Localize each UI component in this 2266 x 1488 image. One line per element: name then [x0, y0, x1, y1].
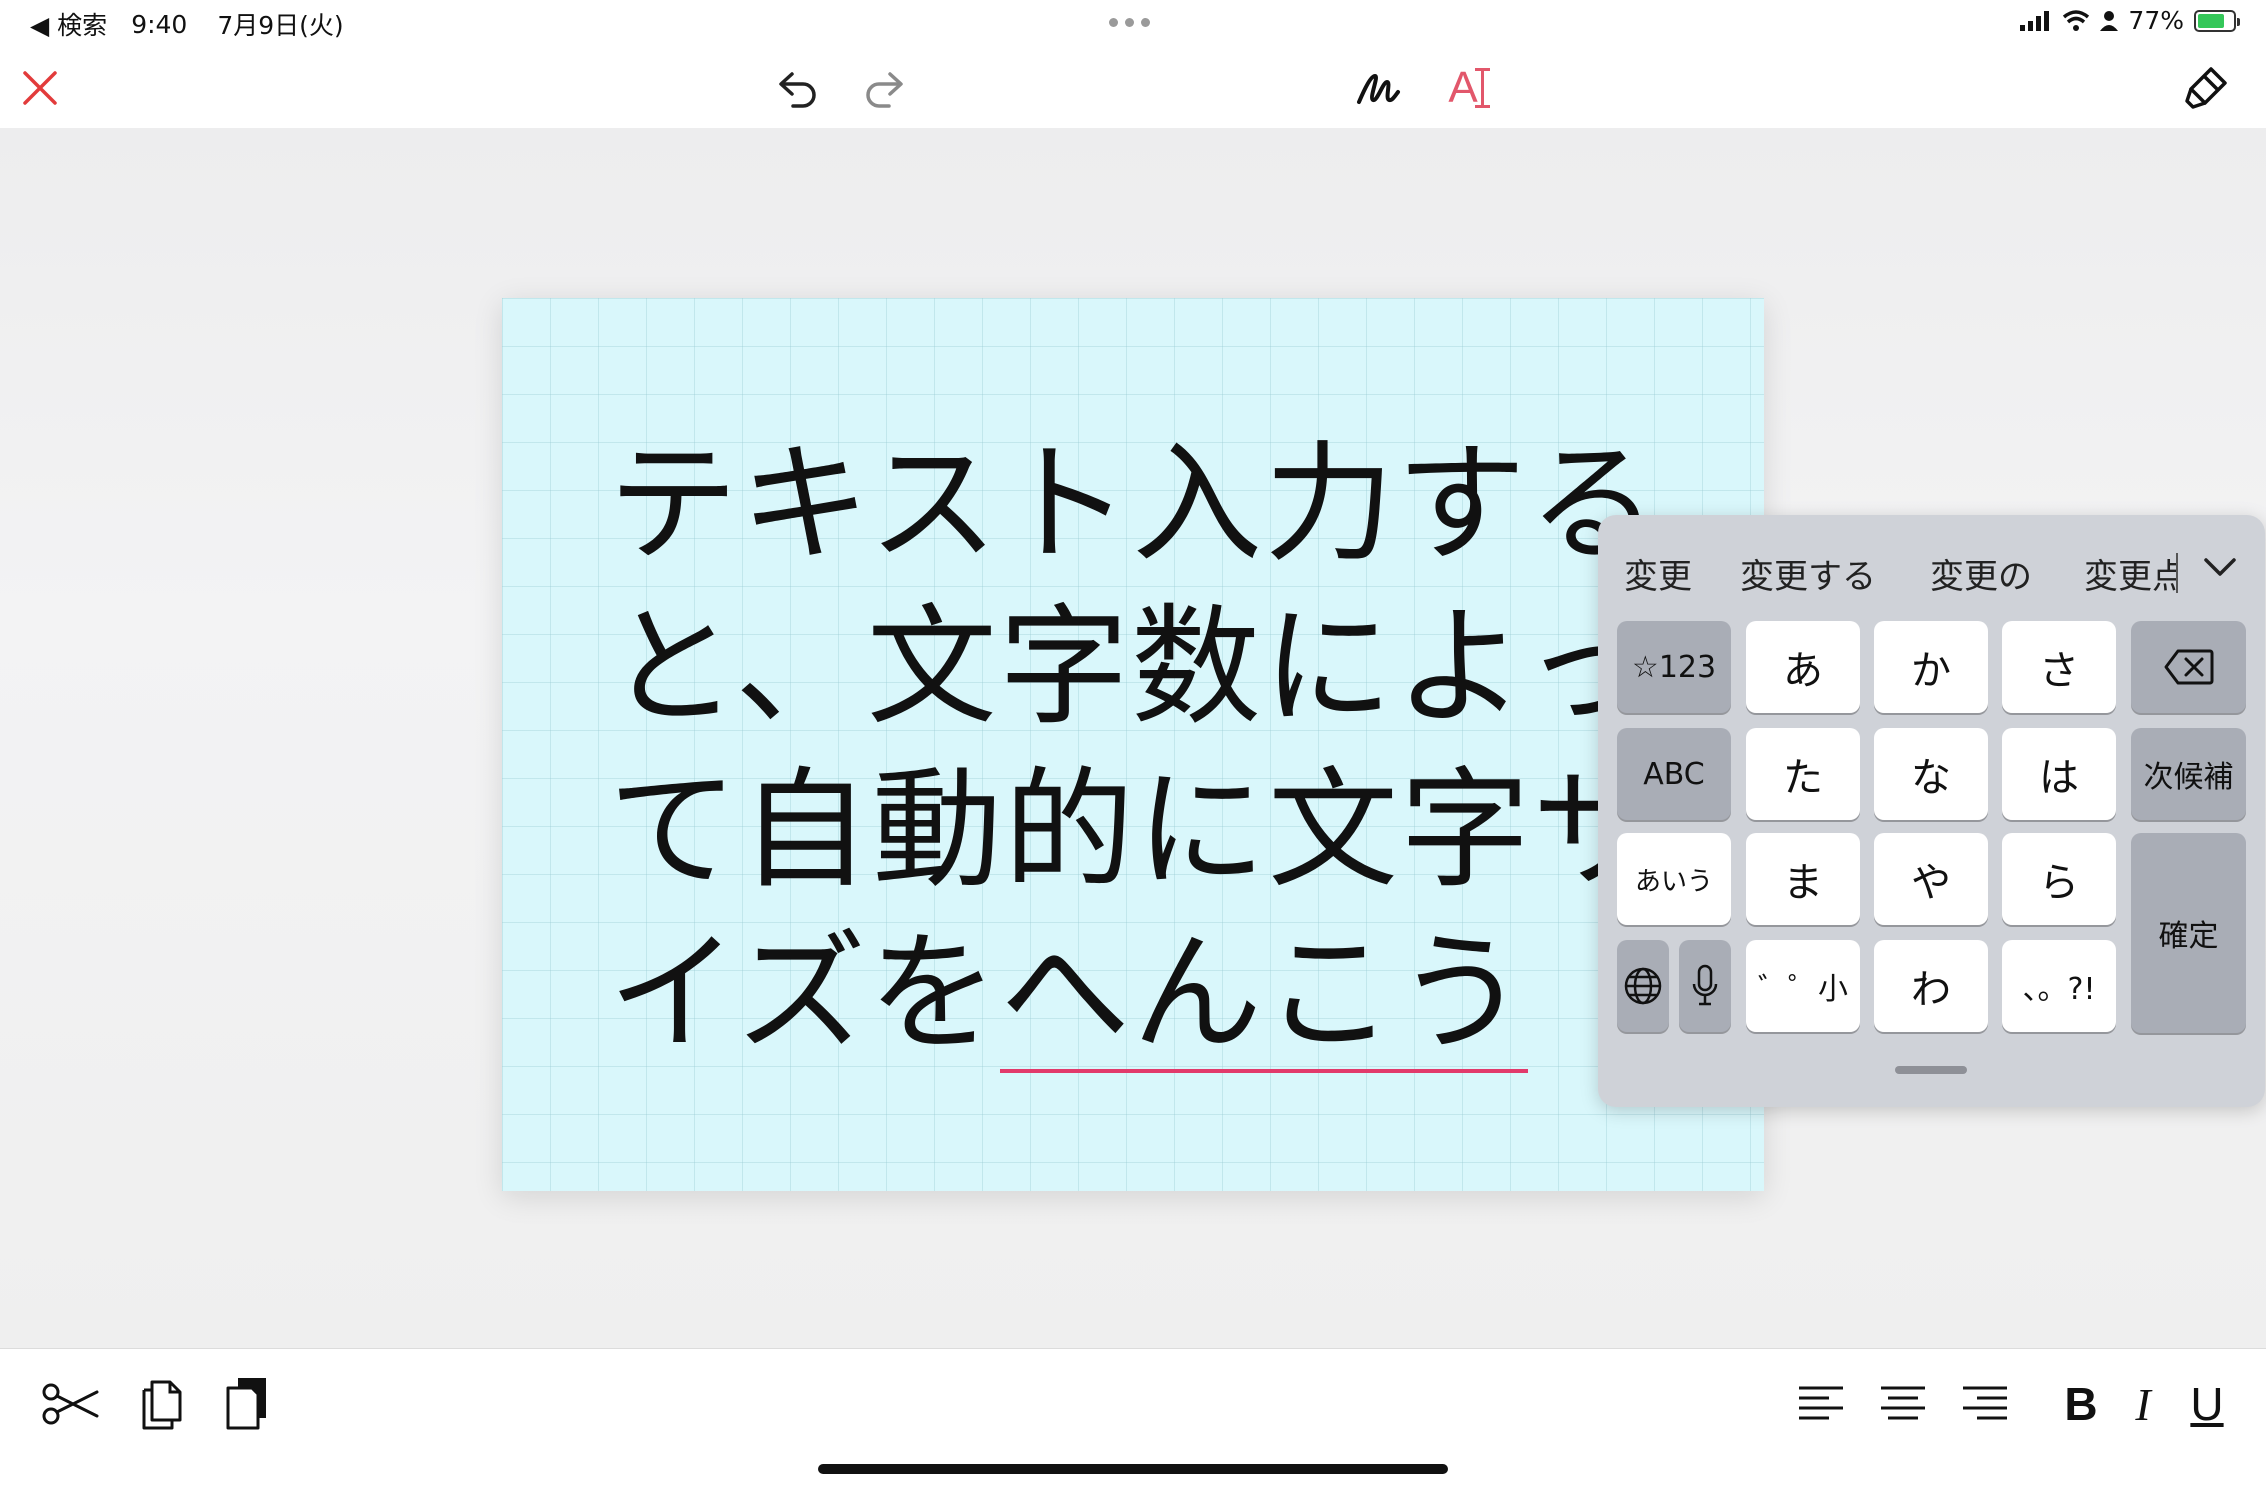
status-bar-left: ◀ 検索 9:40 7月9日(火): [30, 6, 344, 42]
undo-button[interactable]: [767, 58, 827, 118]
candidate-3[interactable]: 変更の: [1930, 549, 2032, 598]
cellular-signal-icon: [2020, 10, 2050, 31]
bold-button[interactable]: B: [2048, 1371, 2114, 1437]
kana-a-key[interactable]: あ: [1746, 621, 1860, 713]
copy-button[interactable]: [130, 1371, 196, 1437]
scissors-icon: [42, 1383, 99, 1425]
back-to-search-link[interactable]: ◀ 検索: [30, 6, 107, 42]
kana-sa-key[interactable]: さ: [2002, 621, 2116, 713]
close-button[interactable]: [10, 58, 70, 118]
align-center-icon: [1881, 1386, 1925, 1420]
candidate-scroll-divider: [2176, 553, 2178, 593]
sticky-note[interactable]: テキスト入力する と、文字数によっ て自動的に文字サ イズをへんこう: [502, 298, 1764, 1191]
status-time: 9:40: [131, 9, 188, 39]
align-left-icon: [1799, 1386, 1843, 1420]
text-cursor-icon: [1474, 68, 1490, 108]
keyboard-drag-handle[interactable]: [1895, 1066, 1967, 1074]
status-bar: ◀ 検索 9:40 7月9日(火) 77%: [0, 0, 2266, 48]
next-candidate-key[interactable]: 次候補: [2131, 728, 2246, 820]
kana-ta-key[interactable]: た: [1746, 728, 1860, 820]
backspace-icon: [2164, 649, 2213, 685]
align-right-icon: [1963, 1386, 2007, 1420]
home-indicator[interactable]: [818, 1464, 1448, 1474]
dakuten-key[interactable]: ゛゜小: [1746, 940, 1860, 1032]
note-text[interactable]: テキスト入力する と、文字数によっ て自動的に文字サ イズをへんこう: [608, 423, 1758, 1075]
candidate-1[interactable]: 変更: [1624, 549, 1692, 598]
kana-ma-key[interactable]: ま: [1746, 833, 1860, 925]
eraser-button[interactable]: [2176, 58, 2236, 118]
kana-wa-key[interactable]: わ: [1874, 940, 1988, 1032]
align-right-button[interactable]: [1952, 1371, 2018, 1437]
confirm-key[interactable]: 確定: [2131, 833, 2246, 1033]
note-line-3: て自動的に文字サ: [608, 754, 1665, 906]
composing-text[interactable]: へんこう: [1000, 917, 1529, 1073]
candidate-bar: 変更 変更する 変更の 変更点: [1598, 515, 2265, 619]
abc-key[interactable]: ABC: [1617, 728, 1731, 820]
kana-ya-key[interactable]: や: [1874, 833, 1988, 925]
chevron-down-icon[interactable]: [2200, 547, 2240, 587]
globe-icon: [1624, 967, 1662, 1005]
underline-button[interactable]: U: [2174, 1371, 2240, 1437]
align-left-button[interactable]: [1788, 1371, 1854, 1437]
numbers-key[interactable]: ☆123: [1617, 621, 1731, 713]
kana-ra-key[interactable]: ら: [2002, 833, 2116, 925]
text-tool-label: A: [1448, 63, 1478, 112]
aiu-key[interactable]: あいう: [1617, 833, 1731, 925]
redo-icon: [866, 72, 903, 108]
text-tool-button[interactable]: A: [1436, 58, 1496, 118]
note-line-2: と、文字数によっ: [608, 591, 1655, 743]
paste-icon: [226, 1378, 266, 1430]
note-line-1: テキスト入力する: [608, 428, 1661, 580]
multitasking-dots[interactable]: [1109, 18, 1150, 27]
paste-button[interactable]: [214, 1371, 280, 1437]
editor-toolbar: A: [0, 48, 2266, 128]
close-x-icon: [23, 71, 57, 105]
candidate-4[interactable]: 変更点: [2084, 549, 2178, 598]
person-icon: [2100, 10, 2119, 31]
copy-icon: [142, 1380, 182, 1430]
undo-icon: [779, 72, 816, 108]
dictation-key[interactable]: [1679, 940, 1731, 1032]
italic-button[interactable]: I: [2110, 1371, 2176, 1437]
redo-button[interactable]: [855, 58, 915, 118]
floating-keyboard: 変更 変更する 変更の 変更点 ☆123 あ か さ ABC た な は 次候補…: [1598, 515, 2265, 1107]
note-line-4-fixed: イズを: [608, 917, 1001, 1069]
wifi-icon: [2063, 9, 2090, 31]
globe-key[interactable]: [1617, 940, 1669, 1032]
kana-ka-key[interactable]: か: [1874, 621, 1988, 713]
battery-percent: 77%: [2128, 6, 2184, 35]
microphone-icon: [1692, 964, 1718, 1006]
delete-key[interactable]: [2131, 621, 2246, 713]
status-date: 7月9日(火): [217, 11, 344, 40]
candidate-2[interactable]: 変更する: [1740, 549, 1876, 598]
punctuation-key[interactable]: 、。?!: [2002, 940, 2116, 1032]
text-tool-icon: A: [1448, 63, 1490, 113]
status-bar-right: 77%: [2020, 6, 2240, 35]
pen-tool-button[interactable]: [1348, 58, 1408, 118]
kana-na-key[interactable]: な: [1874, 728, 1988, 820]
kana-ha-key[interactable]: は: [2002, 728, 2116, 820]
cut-button[interactable]: [38, 1371, 104, 1437]
align-center-button[interactable]: [1870, 1371, 1936, 1437]
pen-scribble-icon: [1357, 74, 1400, 104]
battery-icon: [2194, 9, 2240, 32]
eraser-icon: [2185, 67, 2227, 109]
